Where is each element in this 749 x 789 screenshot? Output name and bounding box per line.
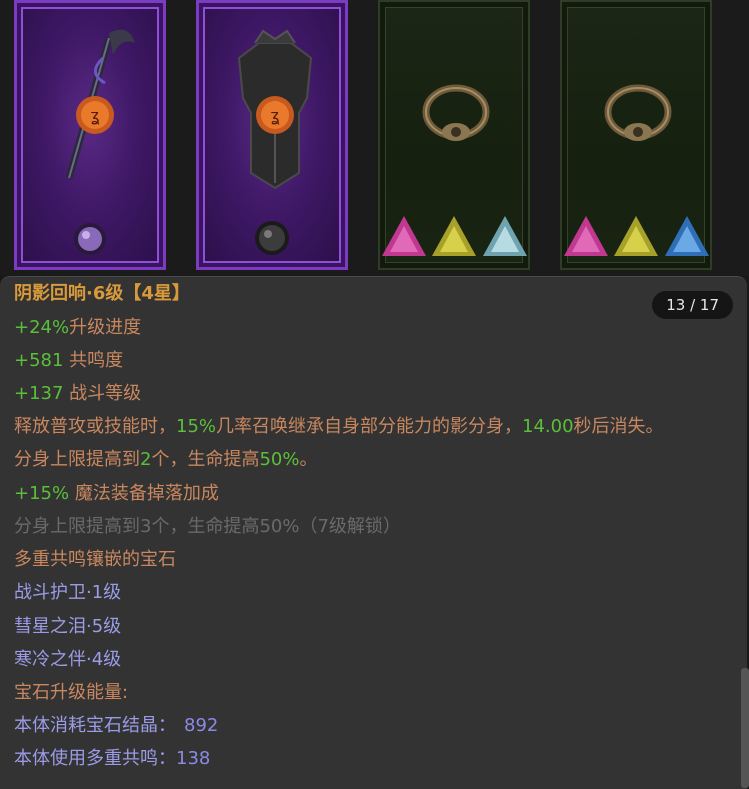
pink-gem-icon — [382, 216, 426, 256]
stat-value: +581 — [14, 350, 64, 371]
gem-row — [380, 214, 528, 258]
multi-resonance-cost: 本体使用多重共鸣：138 — [14, 748, 210, 770]
stat-value: +15% — [14, 483, 70, 504]
stat-label: 魔法装备掉落加成 — [69, 483, 219, 504]
cost-label: 本体消耗宝石结晶： — [14, 715, 176, 736]
effect-text: 几率召唤继承自身部分能力的影分身， — [216, 416, 523, 437]
stat-magic-drop: +15% 魔法装备掉落加成 — [14, 483, 219, 505]
stat-label: 共鸣度 — [63, 350, 124, 371]
pink-gem-icon — [564, 216, 608, 256]
scrollbar[interactable] — [741, 668, 749, 788]
energy-header: 宝石升级能量: — [14, 682, 129, 703]
yellow-gem-icon — [614, 216, 659, 256]
svg-text:ʓ: ʓ — [270, 106, 279, 125]
clone-count: 2 — [140, 449, 152, 470]
effect-text: 释放普攻或技能时， — [14, 416, 176, 437]
clone-hp: 50% — [259, 449, 300, 470]
dark-orb-socket-icon — [255, 221, 289, 255]
ring-slot-2[interactable] — [560, 0, 712, 270]
stat-label: 战斗等级 — [63, 383, 142, 404]
item-tooltip-panel: 13 / 17 阴影回响·6级【4星】 +24%升级进度 +581 共鸣度 +1… — [0, 276, 747, 789]
gem-entry: 彗星之泪·5级 — [14, 616, 122, 637]
cost-value: 892 — [184, 715, 219, 736]
stat-combat-level: +137 战斗等级 — [14, 383, 141, 405]
clone-text: 个，生命提高 — [151, 449, 260, 470]
ring-slot-1[interactable] — [378, 0, 530, 270]
gem-row — [562, 214, 710, 258]
equipment-bar: ʓ ʓ — [0, 0, 749, 275]
pale-blue-gem-icon — [482, 216, 527, 256]
item-title: 阴影回响·6级【4星】 — [14, 283, 190, 304]
armor-slot[interactable]: ʓ — [196, 0, 348, 270]
locked-effect: 分身上限提高到3个，生命提高50%（7级解锁） — [14, 516, 401, 537]
yellow-gem-icon — [432, 216, 477, 256]
gem-entry: 战斗护卫·1级 — [14, 582, 122, 603]
clone-text: 分身上限提高到 — [14, 449, 140, 470]
stat-value: +137 — [14, 383, 64, 404]
effect-text: 秒后消失。 — [573, 416, 664, 437]
svg-text:ʓ: ʓ — [90, 106, 99, 125]
effect-duration: 14.00 — [522, 416, 574, 437]
purple-orb-socket-icon — [74, 223, 106, 255]
gems-header: 多重共鸣镶嵌的宝石 — [14, 549, 176, 570]
stat-resonance: +581 共鸣度 — [14, 350, 123, 372]
cost-label: 本体使用多重共鸣： — [14, 748, 176, 769]
stat-label: 升级进度 — [69, 317, 142, 338]
stat-upgrade-progress: +24%升级进度 — [14, 317, 141, 339]
effect-chance: 15% — [176, 416, 217, 437]
effect-description: 释放普攻或技能时，15%几率召唤继承自身部分能力的影分身，14.00秒后消失。 — [14, 416, 664, 438]
clone-description: 分身上限提高到2个，生命提高50%。 — [14, 449, 317, 471]
cost-value: 138 — [176, 748, 211, 769]
blue-gem-icon — [664, 216, 709, 256]
gem-entry: 寒冷之伴·4级 — [14, 649, 122, 670]
crystal-cost: 本体消耗宝石结晶： 892 — [14, 715, 218, 737]
stat-value: +24% — [14, 317, 70, 338]
clone-text: 。 — [299, 449, 318, 470]
weapon-slot[interactable]: ʓ — [14, 0, 166, 270]
page-indicator[interactable]: 13 / 17 — [652, 291, 733, 319]
